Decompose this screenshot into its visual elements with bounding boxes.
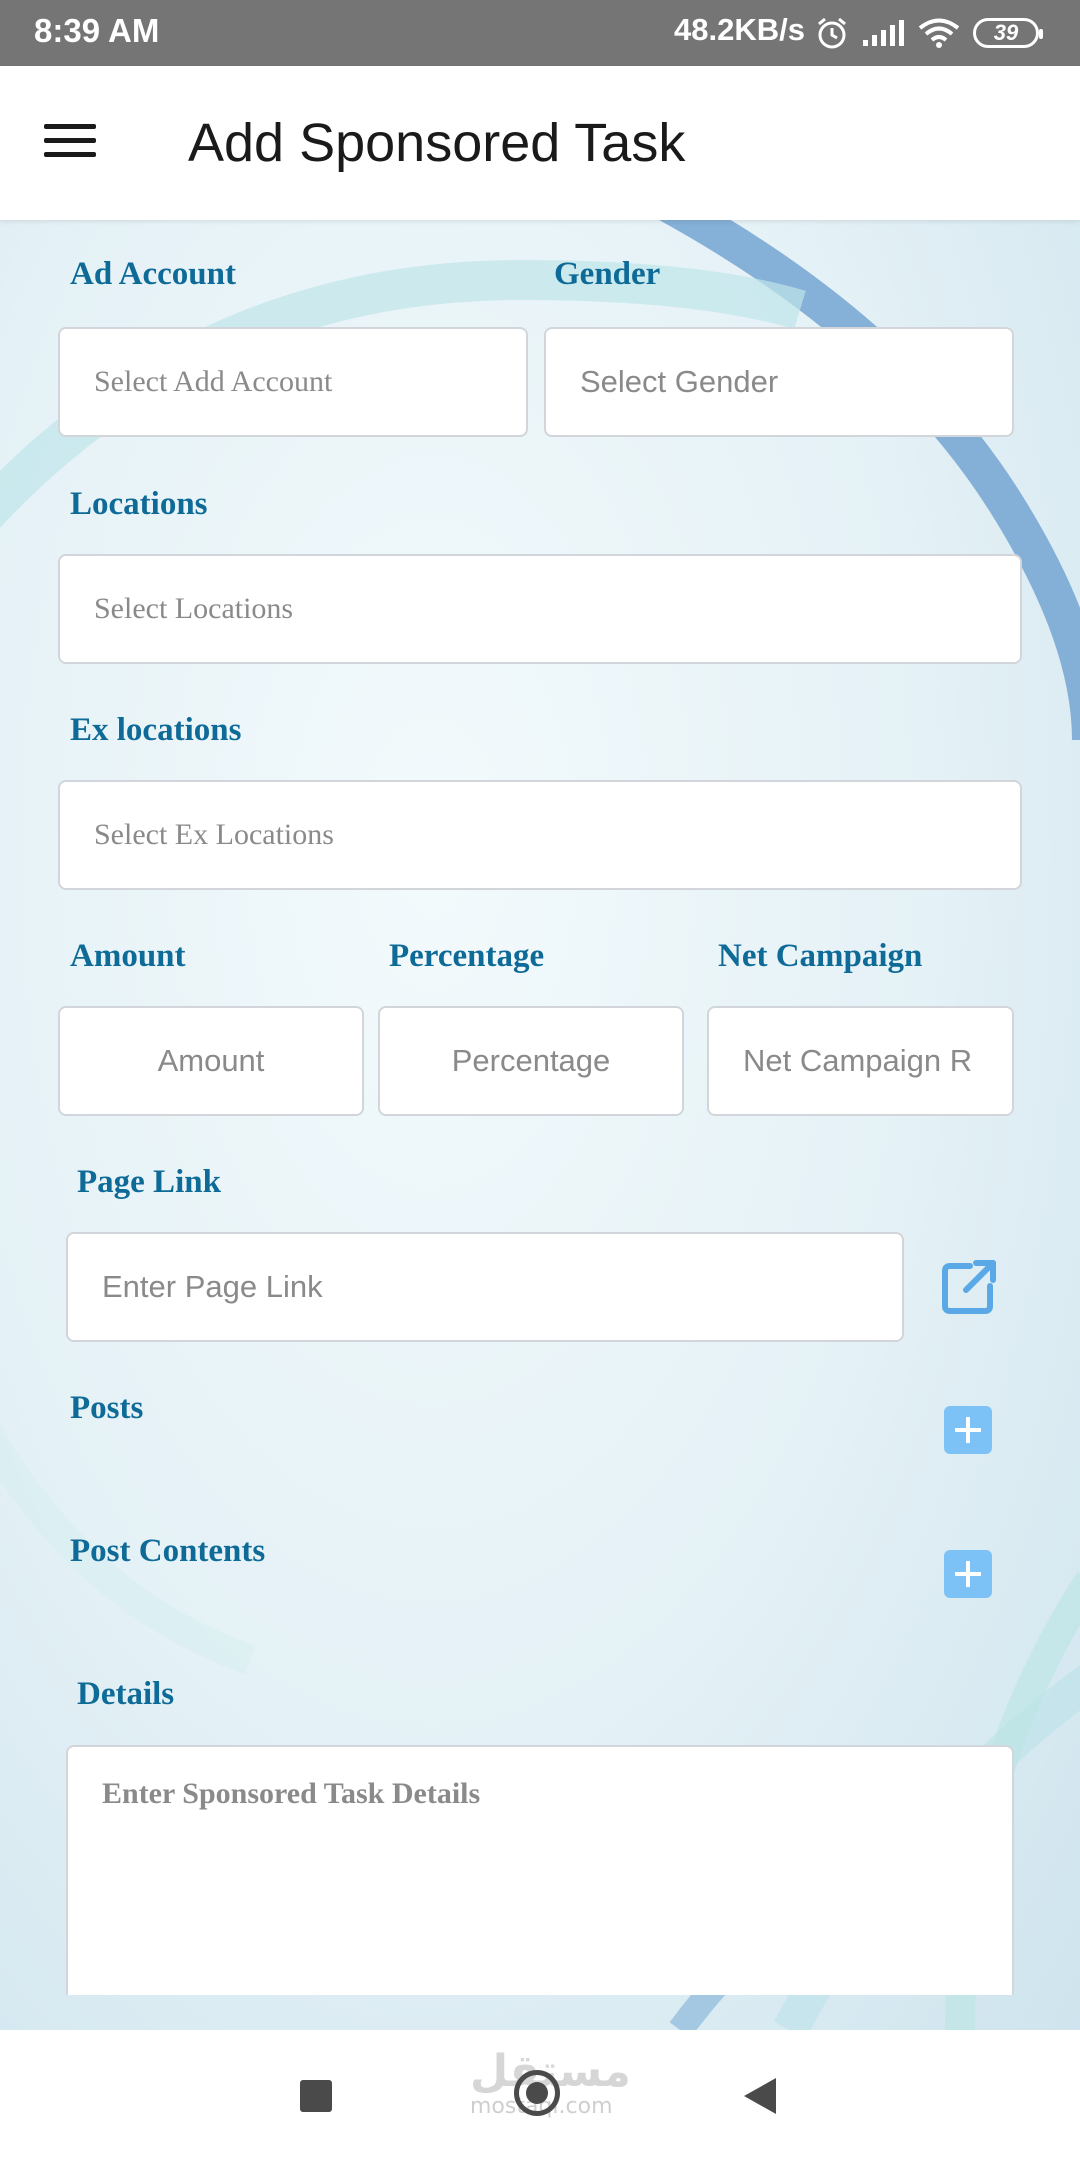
signal-icon <box>863 20 904 46</box>
amount-label: Amount <box>70 938 186 974</box>
locations-select[interactable]: Select Locations <box>58 554 1022 664</box>
battery-icon: 39 <box>973 18 1043 48</box>
open-external-link-icon[interactable] <box>940 1258 998 1316</box>
hamburger-menu-icon[interactable] <box>44 124 96 162</box>
wifi-icon <box>918 18 960 48</box>
app-bar: Add Sponsored Task <box>0 66 1080 220</box>
ad-account-select[interactable]: Select Add Account <box>58 327 528 437</box>
ad-account-label: Ad Account <box>70 256 236 292</box>
recent-apps-icon[interactable] <box>300 2080 332 2112</box>
net-campaign-label: Net Campaign <box>718 938 923 974</box>
post-contents-label: Post Contents <box>70 1533 266 1569</box>
percentage-label: Percentage <box>389 938 545 974</box>
status-icons: 39 <box>815 14 1043 52</box>
home-icon[interactable] <box>514 2070 560 2116</box>
locations-label: Locations <box>70 486 208 522</box>
alarm-icon <box>818 17 846 49</box>
status-bar: 8:39 AM 48.2KB/s 39 <box>0 0 1080 66</box>
amount-input[interactable]: Amount <box>58 1006 364 1116</box>
net-campaign-input[interactable]: Net Campaign R <box>707 1006 1014 1116</box>
back-icon[interactable] <box>744 2078 776 2114</box>
system-nav-bar: مستقل mostaql.com <box>0 2030 1080 2160</box>
page-title: Add Sponsored Task <box>188 113 686 173</box>
form-content[interactable]: Ad Account Gender Select Add Account Sel… <box>0 220 1080 2030</box>
ex-locations-select[interactable]: Select Ex Locations <box>58 780 1022 890</box>
ex-locations-label: Ex locations <box>70 712 242 748</box>
gender-select[interactable]: Select Gender <box>544 327 1014 437</box>
page-link-input[interactable]: Enter Page Link <box>66 1232 904 1342</box>
details-textarea[interactable]: Enter Sponsored Task Details <box>66 1745 1014 1995</box>
add-post-button[interactable] <box>944 1406 992 1454</box>
posts-label: Posts <box>70 1390 144 1426</box>
percentage-input[interactable]: Percentage <box>378 1006 684 1116</box>
status-time: 8:39 AM <box>34 12 160 49</box>
gender-label: Gender <box>554 256 661 292</box>
network-speed: 48.2KB/s <box>674 12 805 47</box>
add-post-content-button[interactable] <box>944 1550 992 1598</box>
page-link-label: Page Link <box>77 1164 221 1200</box>
details-label: Details <box>77 1676 175 1712</box>
